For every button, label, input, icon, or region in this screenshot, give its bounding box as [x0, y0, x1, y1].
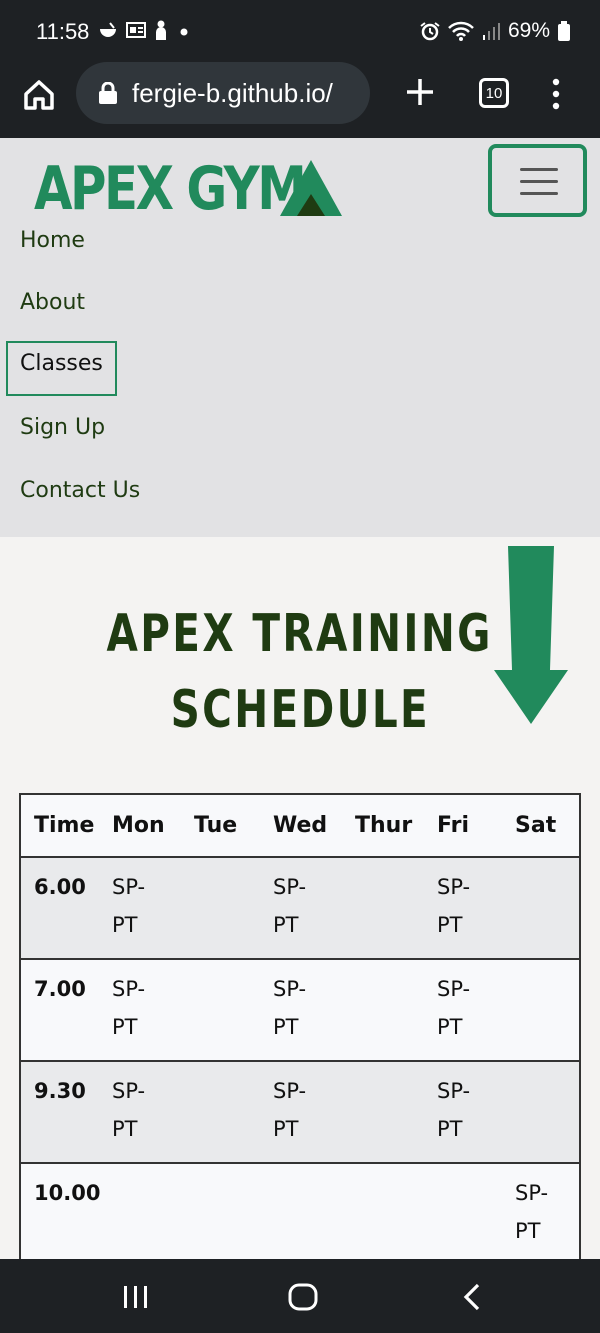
table-cell: SP-PT — [437, 977, 471, 1039]
dot-icon — [180, 28, 188, 36]
home-nav-icon[interactable] — [288, 1283, 318, 1311]
status-notification-icons — [98, 20, 192, 40]
recent-apps-icon[interactable] — [122, 1285, 150, 1309]
battery-percent: 69% — [507, 19, 550, 42]
logo-text: APEX GYM — [34, 154, 307, 224]
down-arrow-icon — [494, 546, 568, 724]
row-time: 9.30 — [34, 1079, 86, 1103]
row-time: 7.00 — [34, 977, 86, 1001]
browser-toolbar: fergie-b.github.io/ 10 — [0, 60, 600, 138]
alarm-icon — [420, 22, 440, 41]
column-header: Thur — [355, 813, 413, 838]
status-time: 11:58 — [36, 19, 90, 44]
table-cell: SP-PT — [273, 977, 307, 1039]
back-icon[interactable] — [462, 1283, 482, 1311]
hamburger-line — [520, 168, 558, 171]
table-row: 10.00 SP-PT — [21, 1164, 579, 1259]
table-row: 9.30 SP-PT SP-PT SP-PT — [21, 1062, 579, 1164]
person-icon — [156, 20, 166, 40]
nav-item-classes[interactable]: Classes — [6, 341, 117, 396]
table-cell: SP-PT — [112, 977, 146, 1039]
site-header: APEX GYM Home About Classes Sign Up Cont… — [0, 138, 600, 537]
row-time: 6.00 — [34, 875, 86, 899]
column-header: Wed — [273, 813, 328, 838]
nav-item-contact-us[interactable]: Contact Us — [20, 478, 140, 503]
nav-item-about[interactable]: About — [20, 290, 85, 315]
status-right: 69% — [420, 19, 570, 43]
tab-switcher-button[interactable]: 10 — [479, 78, 509, 108]
heading-line-1: APEX TRAINING — [106, 604, 494, 664]
logo-triangle-icon — [280, 160, 342, 216]
table-cell: SP-PT — [437, 1079, 471, 1141]
table-cell: SP-PT — [112, 875, 146, 937]
home-icon[interactable] — [22, 78, 56, 112]
url-text: fergie-b.github.io/ — [132, 78, 333, 108]
table-row: 6.00 SP-PT SP-PT SP-PT — [21, 858, 579, 960]
nav-item-home[interactable]: Home — [20, 228, 85, 253]
news-icon — [126, 22, 146, 38]
table-cell: SP-PT — [112, 1079, 146, 1141]
table-header-row: Time Mon Tue Wed Thur Fri Sat — [21, 795, 579, 858]
hamburger-line — [520, 180, 558, 183]
row-time: 10.00 — [34, 1181, 101, 1205]
lock-icon — [99, 82, 117, 104]
table-cell: SP-PT — [437, 875, 471, 937]
table-row: 7.00 SP-PT SP-PT SP-PT — [21, 960, 579, 1062]
column-header: Tue — [194, 813, 238, 838]
column-header: Time — [34, 813, 95, 838]
nav-item-sign-up[interactable]: Sign Up — [20, 415, 105, 440]
hamburger-line — [520, 192, 558, 195]
table-cell: SP-PT — [273, 1079, 307, 1141]
new-tab-icon[interactable] — [404, 76, 436, 108]
column-header: Sat — [515, 813, 557, 838]
menu-toggle-button[interactable] — [488, 144, 587, 217]
signal-icon — [482, 23, 500, 40]
column-header: Fri — [437, 813, 470, 838]
address-bar[interactable]: fergie-b.github.io/ — [76, 62, 370, 124]
column-header: Mon — [112, 813, 165, 838]
table-cell: SP-PT — [515, 1181, 549, 1243]
schedule-table: Time Mon Tue Wed Thur Fri Sat 6.00 SP-PT… — [19, 793, 581, 1259]
heading-line-2: SCHEDULE — [170, 680, 430, 740]
notification-icon — [100, 22, 116, 37]
system-nav-bar — [0, 1259, 600, 1333]
table-cell: SP-PT — [273, 875, 307, 937]
more-menu-icon[interactable] — [548, 78, 564, 110]
status-bar: 11:58 69% — [0, 0, 600, 60]
wifi-icon — [448, 21, 474, 41]
battery-icon — [558, 21, 570, 41]
